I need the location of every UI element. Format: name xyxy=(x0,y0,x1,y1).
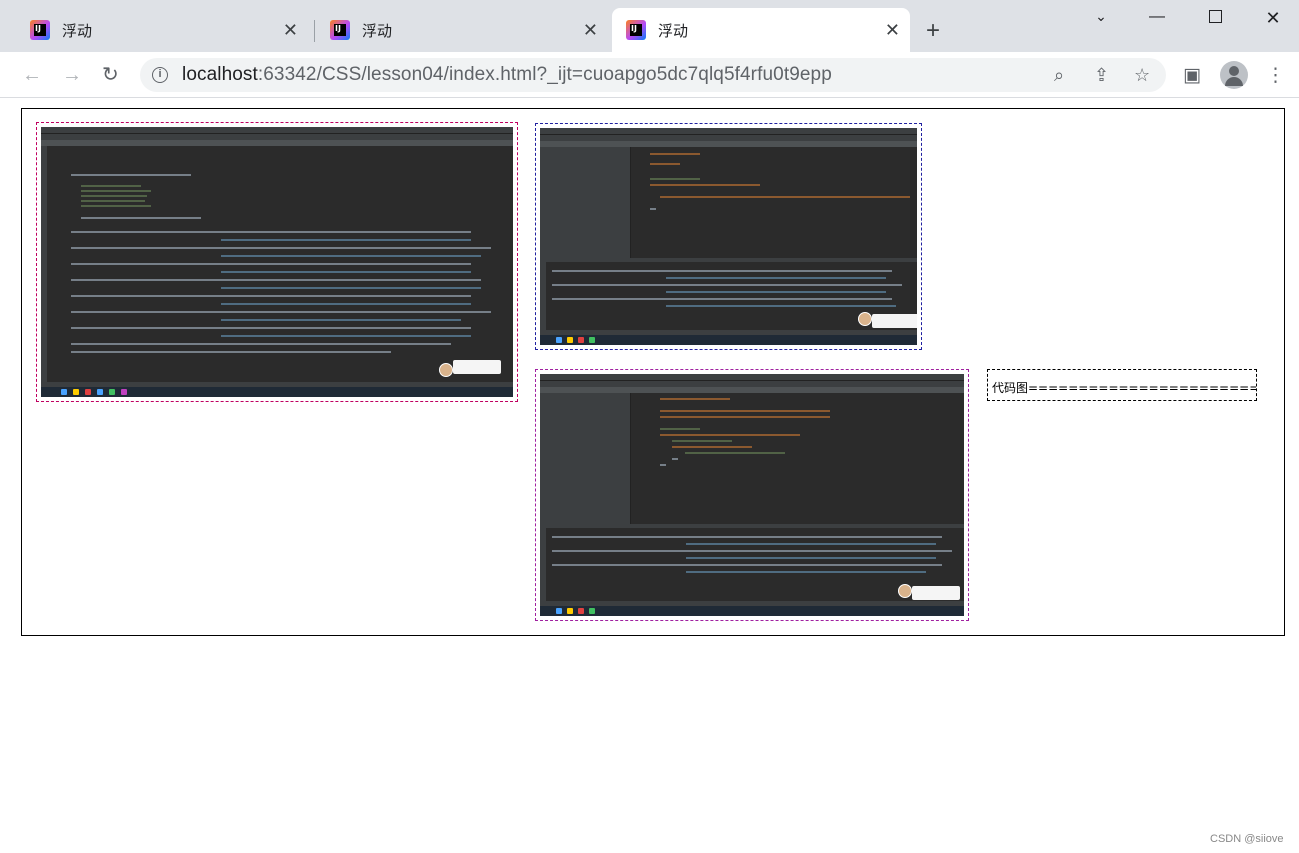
tab-title: 浮动 xyxy=(658,22,689,40)
tab-title: 浮动 xyxy=(62,22,93,40)
chevron-down-icon[interactable]: ⌄ xyxy=(1086,8,1116,30)
close-tab-icon[interactable]: ✕ xyxy=(583,20,598,40)
zoom-icon[interactable]: ⌕ xyxy=(1054,65,1064,86)
ide-console-picture xyxy=(41,127,513,397)
browser-toolbar: ← → ↻ i localhost:63342/CSS/lesson04/ind… xyxy=(0,52,1299,98)
address-bar[interactable]: i localhost:63342/CSS/lesson04/index.htm… xyxy=(140,58,1166,92)
intellij-favicon-icon xyxy=(626,20,646,40)
close-tab-icon[interactable]: ✕ xyxy=(885,20,900,40)
browser-tab-3-active[interactable]: 浮动 ✕ xyxy=(612,8,910,52)
close-icon[interactable]: ✕ xyxy=(1258,8,1288,30)
page-content: 代码图=========================== xyxy=(0,98,1299,853)
code-label-box: 代码图=========================== xyxy=(987,369,1257,401)
minimize-icon[interactable]: — xyxy=(1142,8,1172,30)
tab-title: 浮动 xyxy=(362,22,393,40)
intellij-favicon-icon xyxy=(30,20,50,40)
forward-arrow-icon[interactable]: → xyxy=(62,64,82,86)
float-container: 代码图=========================== xyxy=(21,108,1285,636)
kebab-menu-icon[interactable]: ⋮ xyxy=(1266,64,1285,87)
profile-avatar-icon[interactable] xyxy=(1220,61,1248,89)
maximize-icon[interactable] xyxy=(1200,10,1230,32)
share-icon[interactable]: ⇪ xyxy=(1094,65,1109,86)
info-icon[interactable]: i xyxy=(152,67,168,83)
back-arrow-icon[interactable]: ← xyxy=(22,64,42,86)
browser-tab-1[interactable]: 浮动 ✕ xyxy=(8,8,308,52)
screenshot-image-3 xyxy=(535,369,969,621)
side-panel-icon[interactable]: ▣ xyxy=(1183,64,1201,87)
bookmark-star-icon[interactable]: ☆ xyxy=(1134,65,1150,86)
plus-icon[interactable]: + xyxy=(926,18,940,44)
screenshot-image-1 xyxy=(36,122,518,402)
url-text[interactable]: localhost:63342/CSS/lesson04/index.html?… xyxy=(182,64,832,86)
intellij-favicon-icon xyxy=(330,20,350,40)
ide-controller-picture xyxy=(540,374,964,616)
url-host: localhost xyxy=(182,64,258,85)
browser-tab-2[interactable]: 浮动 ✕ xyxy=(308,8,608,52)
url-path: :63342/CSS/lesson04/index.html?_ijt=cuoa… xyxy=(257,64,832,85)
csdn-watermark: CSDN @siiove xyxy=(1210,833,1284,845)
screenshot-image-2 xyxy=(535,123,922,350)
reload-icon[interactable]: ↻ xyxy=(102,64,119,86)
ide-editor-picture xyxy=(540,128,917,345)
close-tab-icon[interactable]: ✕ xyxy=(283,20,298,40)
browser-tab-strip: 浮动 ✕ 浮动 ✕ 浮动 ✕ + ⌄ — ✕ xyxy=(0,0,1299,52)
